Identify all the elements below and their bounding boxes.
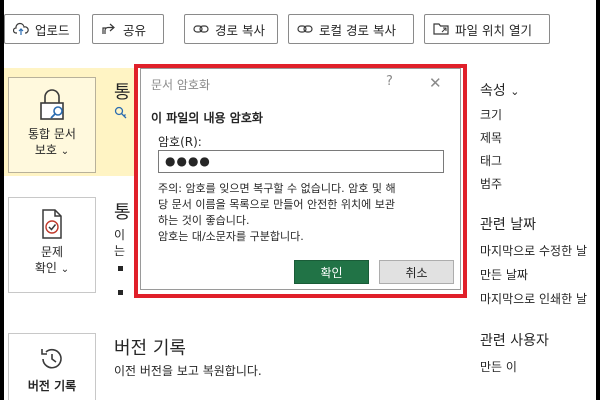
chevron-down-icon: ⌄: [60, 146, 70, 157]
warning-line4: 암호는 대/소문자를 구분합니다.: [158, 230, 304, 243]
share-icon: [102, 23, 115, 34]
warning-line1: 주의: 암호를 잊으면 복구할 수 없습니다. 암호 및 해: [158, 182, 396, 195]
password-input[interactable]: ●●●●: [158, 150, 444, 173]
date-last-modified: 마지막으로 수정한 날: [480, 244, 587, 258]
lock-icon: [40, 89, 64, 120]
version-history-desc: 이전 버전을 보고 복원합니다.: [114, 364, 262, 378]
bullet: [118, 290, 123, 295]
property-size: 크기: [480, 108, 503, 122]
chevron-down-icon: ⌄: [60, 264, 70, 275]
encrypt-document-dialog: 문서 암호화 ? ✕ 이 파일의 내용 암호화 암호(R): ●●●● 주의: …: [140, 68, 461, 290]
protect-tile-line1: 통합 문서: [28, 127, 76, 141]
properties-header[interactable]: 속성 ⌄: [480, 80, 519, 100]
link-icon: [297, 25, 313, 33]
close-icon[interactable]: ✕: [429, 74, 442, 92]
author-label: 만든 이: [480, 360, 517, 374]
copy-local-path-button[interactable]: 로컬 경로 복사: [288, 14, 414, 44]
date-last-printed: 마지막으로 인쇄한 날: [480, 292, 587, 306]
open-file-location-label: 파일 위치 열기: [455, 22, 532, 38]
share-label: 공유: [123, 22, 147, 38]
inspect-tile-line1: 문제: [40, 245, 64, 259]
date-created: 만든 날짜: [480, 268, 528, 282]
open-file-location-button[interactable]: 파일 위치 열기: [424, 14, 550, 44]
property-tags: 태그: [480, 154, 503, 168]
upload-button[interactable]: 업로드: [4, 14, 80, 44]
dialog-warning: 주의: 암호를 잊으면 복구할 수 없습니다. 암호 및 해 당 문서 이름을 …: [158, 181, 453, 245]
right-frame: [596, 0, 600, 400]
document-check-icon: [42, 209, 62, 239]
check-for-issues-button[interactable]: 문제 확인 ⌄: [8, 197, 96, 293]
password-label: 암호(R):: [158, 135, 202, 149]
history-icon: [41, 348, 62, 369]
inspect-section-title: 통: [114, 202, 131, 223]
property-title: 제목: [480, 131, 503, 145]
copy-path-label: 경로 복사: [215, 22, 265, 38]
version-history-title: 버전 기록: [114, 338, 186, 359]
upload-label: 업로드: [35, 22, 70, 38]
chevron-down-icon: ⌄: [510, 85, 520, 98]
protect-tile-line2: 보호 ⌄: [34, 143, 70, 157]
protect-workbook-button[interactable]: 통합 문서 보호 ⌄: [8, 77, 96, 173]
related-dates-header: 관련 날짜: [480, 217, 536, 233]
inspect-tile-line2: 확인 ⌄: [34, 261, 70, 275]
copy-path-button[interactable]: 경로 복사: [184, 14, 278, 44]
dialog-heading: 이 파일의 내용 암호화: [151, 111, 263, 125]
inspect-desc-line1: 이: [114, 228, 126, 242]
ok-button[interactable]: 확인: [294, 260, 369, 284]
inspect-desc-line2: 는: [114, 244, 126, 258]
help-icon[interactable]: ?: [386, 74, 393, 89]
copy-local-path-label: 로컬 경로 복사: [319, 22, 396, 38]
history-tile-label: 버전 기록: [27, 379, 77, 393]
share-button[interactable]: 공유: [92, 14, 164, 44]
folder-icon: [433, 23, 449, 35]
key-icon: [114, 106, 127, 119]
cloud-upload-icon: [13, 22, 29, 35]
property-category: 범주: [480, 177, 503, 191]
bullet: [118, 266, 123, 271]
version-history-button[interactable]: 버전 기록: [8, 333, 96, 400]
warning-line3: 하는 것이 좋습니다.: [158, 214, 250, 227]
related-people-header: 관련 사용자: [480, 333, 549, 349]
dialog-title: 문서 암호화: [151, 78, 211, 92]
protect-section-title: 통: [114, 82, 131, 103]
link-icon: [193, 25, 209, 33]
warning-line2: 당 문서 이름을 목록으로 만들어 안전한 위치에 보관: [158, 198, 395, 211]
left-frame: [0, 0, 4, 400]
cancel-button[interactable]: 취소: [379, 260, 454, 284]
